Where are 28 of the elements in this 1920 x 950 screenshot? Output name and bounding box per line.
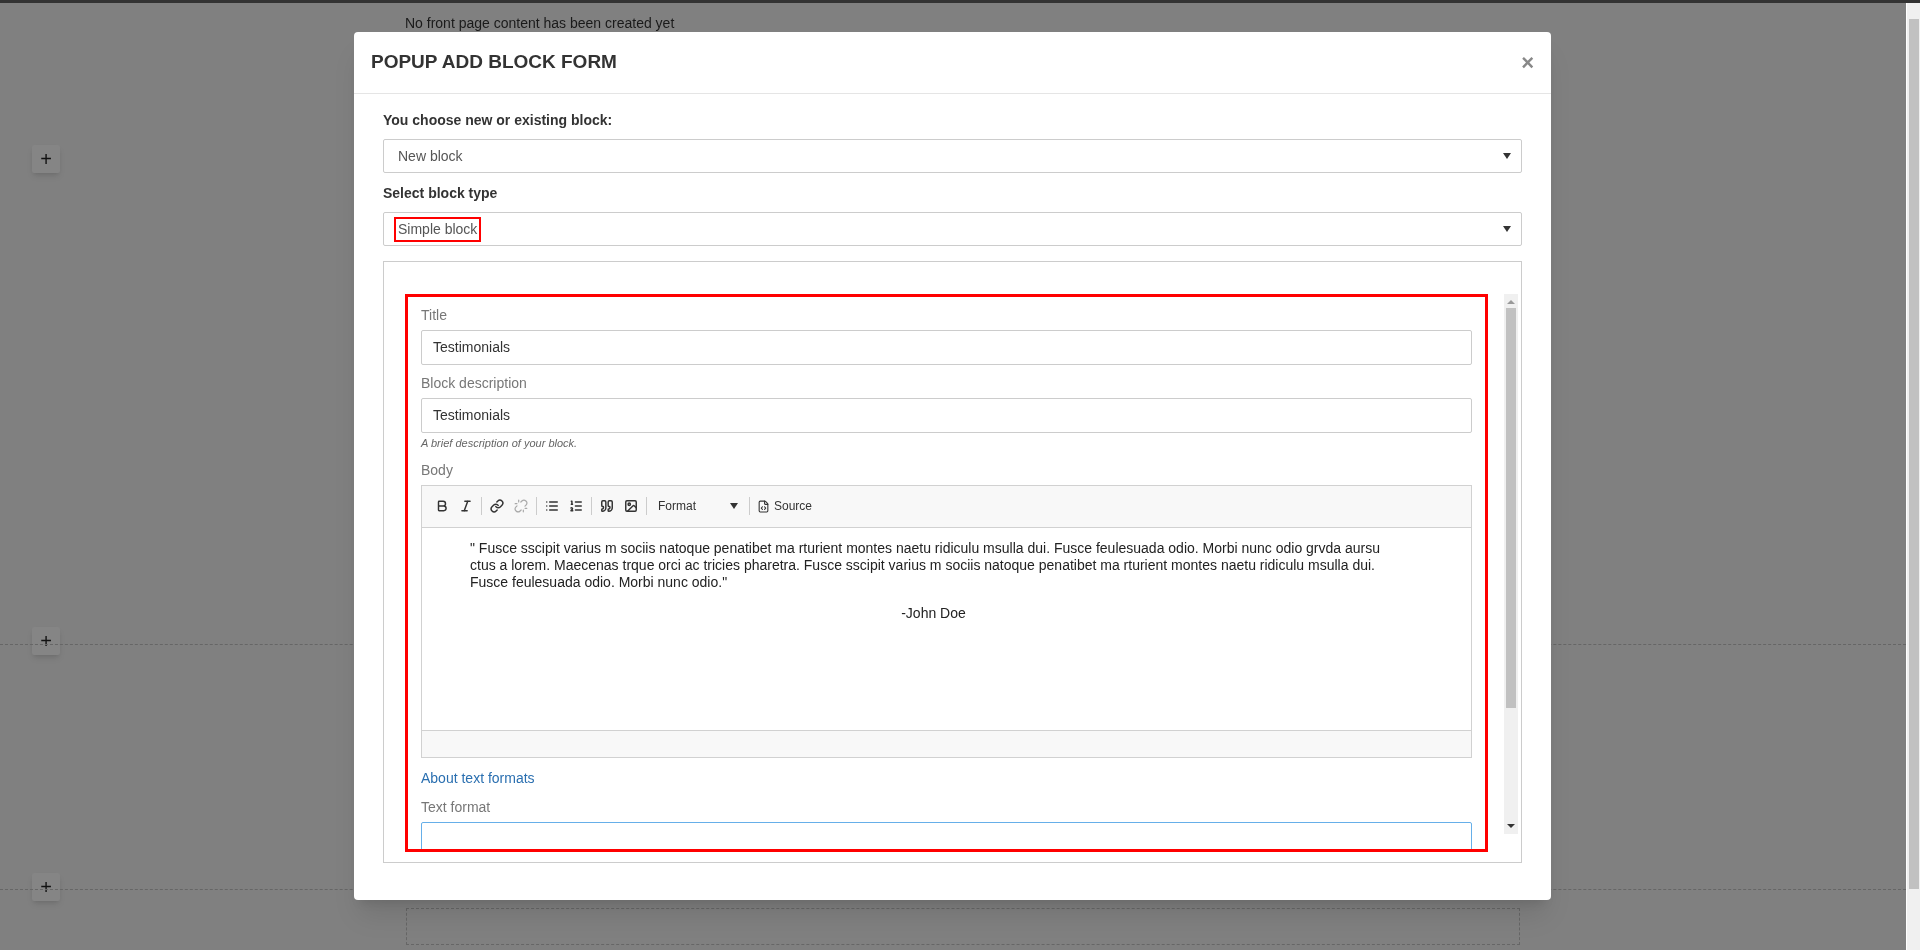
- field-label: Title: [421, 306, 448, 325]
- field-hint: A brief description of your block.: [421, 436, 579, 451]
- close-button[interactable]: ×: [1521, 51, 1534, 74]
- select-value: Simple block: [396, 218, 480, 240]
- text-input[interactable]: Testimonials: [421, 398, 1472, 433]
- add-button[interactable]: +: [32, 145, 60, 173]
- caret-icon: [730, 503, 738, 509]
- source-code-icon: [757, 499, 770, 513]
- field-label: You choose new or existing block:: [383, 111, 614, 130]
- text-input[interactable]: Testimonials: [421, 330, 1472, 365]
- field-label: Body: [421, 460, 454, 480]
- caret-icon: [1503, 153, 1511, 159]
- about-text-formats-link[interactable]: About text formats: [421, 767, 535, 789]
- select-value: New block: [397, 146, 464, 166]
- select-field[interactable]: New block: [383, 139, 1522, 173]
- empty-page-message: No front page content has been created yet: [405, 14, 675, 33]
- signature-text: -John Doe: [900, 604, 967, 622]
- field-label: Select block type: [383, 184, 499, 203]
- format-dropdown[interactable]: Format: [650, 494, 746, 518]
- caret-icon: [1503, 226, 1511, 232]
- scrollbar-thumb[interactable]: [1506, 308, 1516, 708]
- source-button[interactable]: Source: [753, 494, 817, 518]
- scrollbar-thumb[interactable]: [1908, 19, 1919, 889]
- field-label: Text format: [421, 797, 492, 817]
- select-field[interactable]: Simple block: [383, 212, 1522, 246]
- field-label: Block description: [421, 374, 528, 393]
- dialog-title: POPUP ADD BLOCK FORM: [371, 50, 617, 75]
- quote-text: " Fusce sscipit varius m sociis natoque penatibet ma rturient montes naetu ridiculu msulla dui. Fusce feulesuada odio. Morbi nunc odio grvda aursu ctus a lorem. Maecenas trque orci ac tricies pharetra. Fusce sscipit varius m sociis natoque penatibet ma rturient montes naetu ridiculu msulla dui. Fusce feulesuada odio. Morbi nunc odio.": [470, 539, 1381, 591]
